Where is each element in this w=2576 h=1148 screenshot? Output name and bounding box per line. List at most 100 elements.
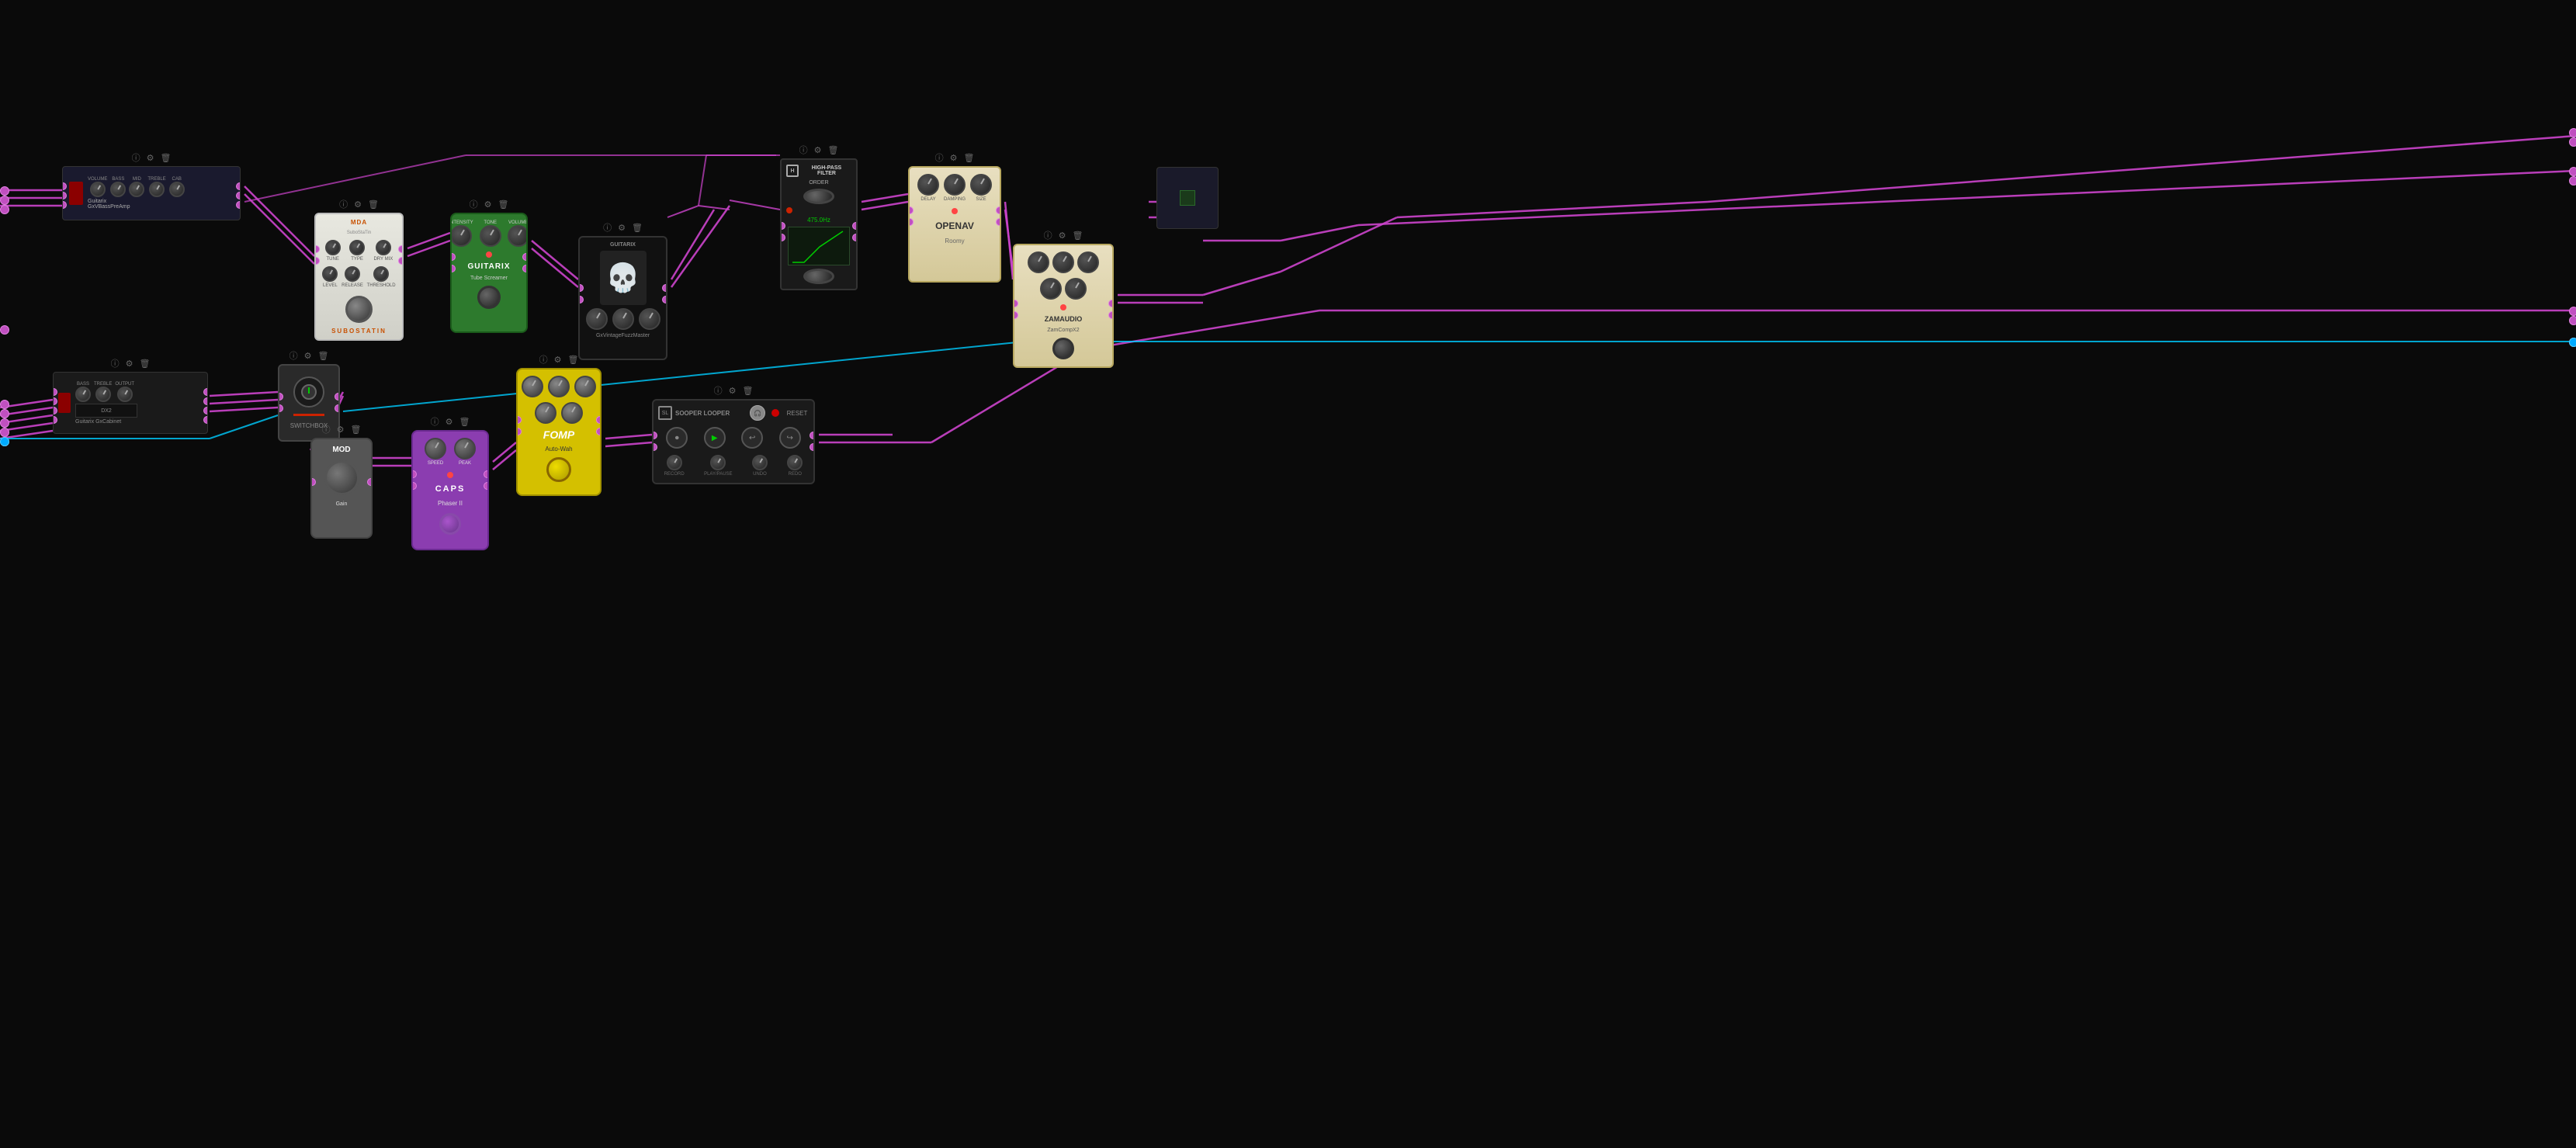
ts-intensity-knob[interactable] bbox=[450, 225, 472, 247]
right-port-1[interactable] bbox=[2569, 128, 2576, 137]
wah-port-in-1[interactable] bbox=[516, 416, 522, 424]
gxcab-treble-knob[interactable] bbox=[95, 387, 111, 402]
ts-info-icon[interactable]: ⓘ bbox=[470, 198, 478, 210]
left-port-6[interactable] bbox=[0, 409, 9, 418]
zamcomp-footswitch[interactable] bbox=[1052, 338, 1074, 359]
gain-port-in-1[interactable] bbox=[310, 478, 316, 486]
zamcomp-knob-1[interactable] bbox=[1028, 251, 1049, 273]
wah-footswitch[interactable] bbox=[546, 457, 571, 482]
switchbox-port-out-2[interactable] bbox=[335, 404, 340, 412]
right-port-3[interactable] bbox=[2569, 167, 2576, 176]
ts-settings-icon[interactable]: ⚙ bbox=[484, 199, 492, 210]
looper-port-out-2[interactable] bbox=[810, 443, 815, 451]
gxcab-info-icon[interactable]: ⓘ bbox=[111, 357, 120, 369]
hpf-freq-knob[interactable] bbox=[803, 189, 834, 204]
gxcab-port-in-2[interactable] bbox=[53, 397, 57, 405]
gxvbass-bass-knob[interactable] bbox=[110, 182, 126, 197]
switchbox-info-icon[interactable]: ⓘ bbox=[289, 349, 298, 362]
ts-port-out-2[interactable] bbox=[522, 265, 528, 272]
hpf-trash-icon[interactable]: 🗑 bbox=[827, 145, 838, 155]
mda-release-knob[interactable] bbox=[345, 266, 360, 282]
gxcab-port-out-2[interactable] bbox=[203, 397, 208, 405]
gxcab-settings-icon[interactable]: ⚙ bbox=[126, 359, 133, 369]
mda-tune-knob[interactable] bbox=[325, 240, 341, 255]
mda-port-in-2[interactable] bbox=[314, 257, 320, 265]
wah-trash-icon[interactable]: 🗑 bbox=[567, 355, 578, 365]
gxcab-port-out-1[interactable] bbox=[203, 388, 208, 396]
gxvbass-port-out-2[interactable] bbox=[236, 192, 241, 199]
left-port-2[interactable] bbox=[0, 196, 9, 205]
zamcomp-knob-3[interactable] bbox=[1077, 251, 1099, 273]
looper-play-btn[interactable]: ▶ bbox=[704, 427, 726, 449]
gxcab-port-in-1[interactable] bbox=[53, 388, 57, 396]
gxcab-port-out-4[interactable] bbox=[203, 416, 208, 424]
roomy-port-out-1[interactable] bbox=[996, 206, 1001, 214]
roomy-port-in-1[interactable] bbox=[908, 206, 914, 214]
hpf-settings-icon[interactable]: ⚙ bbox=[814, 145, 822, 155]
right-port-6[interactable] bbox=[2569, 316, 2576, 325]
gxcab-power[interactable] bbox=[58, 393, 71, 413]
looper-settings-icon[interactable]: ⚙ bbox=[729, 386, 737, 396]
caps-footswitch[interactable] bbox=[439, 513, 461, 535]
left-port-4[interactable] bbox=[0, 325, 9, 335]
looper-record-vol-knob[interactable] bbox=[667, 455, 682, 470]
hpf-bottom-knob[interactable] bbox=[803, 269, 834, 284]
zamcomp-port-in-2[interactable] bbox=[1013, 311, 1018, 319]
ts-trash-icon[interactable]: 🗑 bbox=[498, 199, 508, 210]
zamcomp-settings-icon[interactable]: ⚙ bbox=[1059, 231, 1066, 241]
wah-settings-icon[interactable]: ⚙ bbox=[554, 355, 562, 365]
wah-port-out-2[interactable] bbox=[596, 428, 602, 435]
gxvbass-trash-icon[interactable]: 🗑 bbox=[160, 153, 171, 163]
looper-headphones-icon[interactable]: 🎧 bbox=[750, 405, 765, 421]
gain-settings-icon[interactable]: ⚙ bbox=[337, 425, 345, 435]
switchbox-port-in-2[interactable] bbox=[278, 404, 283, 412]
right-port-blue[interactable] bbox=[2569, 338, 2576, 347]
fuzz-knob-1[interactable] bbox=[586, 308, 608, 330]
right-port-4[interactable] bbox=[2569, 176, 2576, 186]
gxcab-port-in-4[interactable] bbox=[53, 416, 57, 424]
mda-settings-icon[interactable]: ⚙ bbox=[354, 199, 362, 210]
left-port-8[interactable] bbox=[0, 428, 9, 437]
fuzz-port-out-2[interactable] bbox=[662, 296, 667, 303]
switchbox-port-out-1[interactable] bbox=[335, 393, 340, 401]
looper-reset-btn[interactable]: RESET bbox=[785, 410, 809, 417]
hpf-port-in-2[interactable] bbox=[780, 234, 785, 241]
roomy-damping-knob[interactable] bbox=[944, 174, 966, 196]
looper-redo-knob[interactable] bbox=[787, 455, 803, 470]
roomy-port-in-2[interactable] bbox=[908, 218, 914, 226]
looper-info-icon[interactable]: ⓘ bbox=[714, 384, 723, 397]
fuzz-info-icon[interactable]: ⓘ bbox=[603, 221, 612, 234]
looper-trash-icon[interactable]: 🗑 bbox=[742, 386, 753, 396]
looper-undo-btn[interactable]: ↩ bbox=[741, 427, 763, 449]
mda-level-knob[interactable] bbox=[322, 266, 338, 282]
hpf-port-out-1[interactable] bbox=[852, 222, 858, 230]
wah-knob-2[interactable] bbox=[548, 376, 570, 397]
zamcomp-info-icon[interactable]: ⓘ bbox=[1044, 229, 1052, 241]
zamcomp-knob-5[interactable] bbox=[1065, 278, 1087, 300]
wah-knob-3[interactable] bbox=[574, 376, 596, 397]
left-port-5[interactable] bbox=[0, 400, 9, 409]
gain-trash-icon[interactable]: 🗑 bbox=[350, 425, 361, 435]
caps-trash-icon[interactable]: 🗑 bbox=[459, 417, 470, 427]
zamcomp-knob-4[interactable] bbox=[1040, 278, 1062, 300]
fuzz-trash-icon[interactable]: 🗑 bbox=[632, 223, 643, 233]
gxvbass-settings-icon[interactable]: ⚙ bbox=[147, 153, 154, 163]
mda-port-out-2[interactable] bbox=[398, 257, 404, 265]
looper-play-vol-knob[interactable] bbox=[710, 455, 726, 470]
roomy-settings-icon[interactable]: ⚙ bbox=[950, 153, 958, 163]
mda-footswitch[interactable] bbox=[345, 296, 373, 323]
gxvbass-info-icon[interactable]: ⓘ bbox=[132, 151, 140, 164]
gain-big-knob[interactable] bbox=[324, 460, 359, 495]
wah-knob-4[interactable] bbox=[535, 402, 556, 424]
mda-port-in-1[interactable] bbox=[314, 245, 320, 253]
gxcab-port-out-3[interactable] bbox=[203, 407, 208, 414]
gxcab-port-in-3[interactable] bbox=[53, 407, 57, 414]
mda-trash-icon[interactable]: 🗑 bbox=[368, 199, 379, 210]
zamcomp-port-out-2[interactable] bbox=[1108, 311, 1114, 319]
gxvbass-port-in-1[interactable] bbox=[62, 182, 67, 190]
roomy-info-icon[interactable]: ⓘ bbox=[935, 151, 944, 164]
gain-info-icon[interactable]: ⓘ bbox=[322, 423, 331, 435]
zamcomp-port-out-1[interactable] bbox=[1108, 300, 1114, 307]
wah-info-icon[interactable]: ⓘ bbox=[539, 353, 548, 366]
ts-volume-knob[interactable] bbox=[508, 225, 528, 247]
